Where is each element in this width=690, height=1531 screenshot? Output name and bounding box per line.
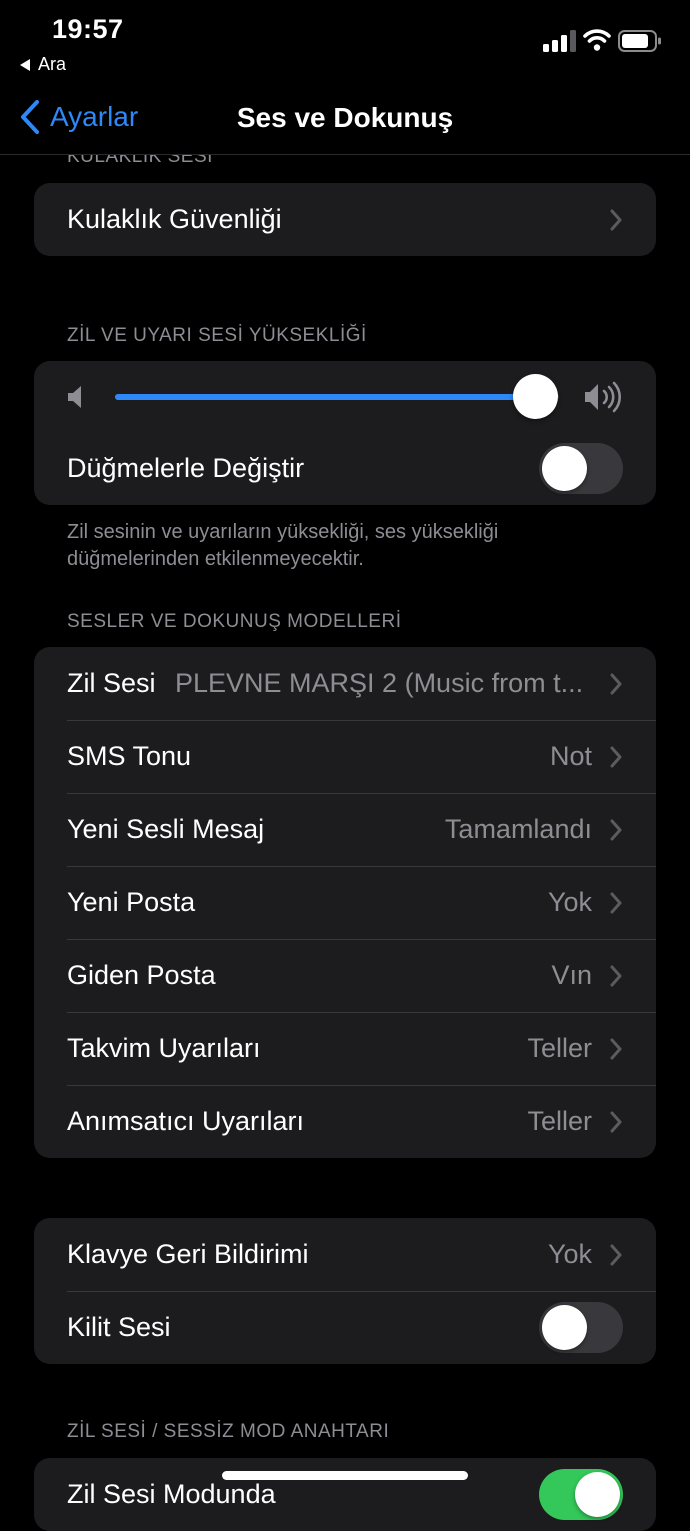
sound-row-value: Tamamlandı	[444, 814, 592, 844]
change-with-buttons-row: Düğmelerle Değiştir	[34, 432, 656, 505]
keyboard-feedback-value: Yok	[547, 1239, 592, 1269]
back-triangle-icon	[20, 58, 30, 71]
ringer-volume-row	[34, 361, 656, 432]
sounds-section-header: SESLER VE DOKUNUŞ MODELLERİ	[67, 611, 402, 632]
chevron-right-icon	[610, 892, 622, 914]
headphone-group: Kulaklık Güvenliği	[34, 183, 656, 256]
navigation-bar: Ayarlar Ses ve Dokunuş	[0, 90, 690, 155]
lock-sound-row: Kilit Sesi	[34, 1291, 656, 1364]
volume-slider-thumb[interactable]	[512, 374, 558, 419]
keyboard-group: Klavye Geri Bildirimi Yok Kilit Sesi	[34, 1218, 656, 1364]
sound-row-reminder-alerts[interactable]: Anımsatıcı Uyarıları Teller	[34, 1085, 656, 1158]
ring-mode-toggle[interactable]	[539, 1469, 623, 1520]
sound-row-ringtone[interactable]: Zil Sesi PLEVNE MARŞI 2 (Music from t...	[34, 647, 656, 720]
page-title: Ses ve Dokunuş	[236, 102, 454, 133]
silent-switch-ring-label: Zil Sesi Modunda	[67, 1479, 276, 1509]
silent-switch-section-header: ZİL SESİ / SESSİZ MOD ANAHTARI	[67, 1421, 390, 1442]
back-to-app[interactable]: Ara	[20, 54, 66, 75]
chevron-right-icon	[610, 673, 622, 695]
sound-row-label: Yeni Sesli Mesaj	[67, 814, 265, 844]
keyboard-feedback-label: Klavye Geri Bildirimi	[67, 1239, 309, 1269]
sound-row-value: PLEVNE MARŞI 2 (Music from t...	[175, 668, 584, 698]
sound-row-new-voicemail[interactable]: Yeni Sesli Mesaj Tamamlandı	[34, 793, 656, 866]
silent-switch-group: Zil Sesi Modunda	[34, 1458, 656, 1531]
status-bar: 19:57 Ara	[0, 0, 690, 90]
silent-switch-ring-row: Zil Sesi Modunda	[34, 1458, 656, 1531]
back-to-app-label: Ara	[38, 54, 67, 74]
keyboard-feedback-row[interactable]: Klavye Geri Bildirimi Yok	[34, 1218, 656, 1291]
sound-row-value: Teller	[527, 1033, 592, 1063]
toggle-knob	[542, 1305, 587, 1350]
toggle-knob	[575, 1472, 620, 1517]
sound-row-sent-mail[interactable]: Giden Posta Vın	[34, 939, 656, 1012]
change-with-buttons-toggle[interactable]	[539, 443, 623, 494]
chevron-right-icon	[610, 1244, 622, 1266]
sound-row-sms-tone[interactable]: SMS Tonu Not	[34, 720, 656, 793]
chevron-right-icon	[610, 209, 622, 231]
cellular-signal-icon	[543, 30, 576, 52]
sound-row-value: Vın	[551, 960, 592, 990]
battery-icon	[618, 30, 661, 52]
volume-low-icon	[68, 386, 81, 408]
sound-row-value: Not	[549, 741, 592, 771]
ringer-group: Düğmelerle Değiştir	[34, 361, 656, 505]
sound-row-label: Takvim Uyarıları	[67, 1033, 261, 1063]
sound-row-value: Yok	[547, 887, 592, 917]
toggle-knob	[542, 446, 587, 491]
ringer-section-header: ZİL VE UYARI SESİ YÜKSEKLİĞİ	[67, 325, 367, 346]
headphone-safety-row[interactable]: Kulaklık Güvenliği	[34, 183, 656, 256]
sound-row-label: Zil Sesi	[67, 668, 156, 698]
status-time: 19:57	[52, 14, 124, 44]
volume-high-icon	[585, 381, 621, 413]
sound-row-label: Anımsatıcı Uyarıları	[67, 1106, 305, 1136]
sound-row-value: Teller	[527, 1106, 592, 1136]
sounds-group: Zil Sesi PLEVNE MARŞI 2 (Music from t...…	[34, 647, 656, 1158]
chevron-right-icon	[610, 746, 622, 768]
chevron-right-icon	[610, 1111, 622, 1133]
lock-sound-toggle[interactable]	[539, 1302, 623, 1353]
headphone-safety-label: Kulaklık Güvenliği	[67, 204, 282, 234]
change-with-buttons-label: Düğmelerle Değiştir	[67, 453, 305, 483]
sound-row-label: SMS Tonu	[67, 741, 192, 771]
sound-row-new-mail[interactable]: Yeni Posta Yok	[34, 866, 656, 939]
sound-row-label: Giden Posta	[67, 960, 216, 990]
lock-sound-label: Kilit Sesi	[67, 1312, 171, 1342]
chevron-right-icon	[610, 965, 622, 987]
volume-track-fill	[115, 394, 535, 400]
sound-row-calendar-alerts[interactable]: Takvim Uyarıları Teller	[34, 1012, 656, 1085]
home-indicator[interactable]	[222, 1471, 468, 1480]
chevron-right-icon	[610, 1038, 622, 1060]
sound-row-label: Yeni Posta	[67, 887, 196, 917]
chevron-right-icon	[610, 819, 622, 841]
wifi-icon	[583, 29, 611, 51]
ringer-footer-note: Zil sesinin ve uyarıların yüksekliği, se…	[67, 521, 499, 570]
ringer-volume-slider[interactable]	[115, 374, 559, 419]
